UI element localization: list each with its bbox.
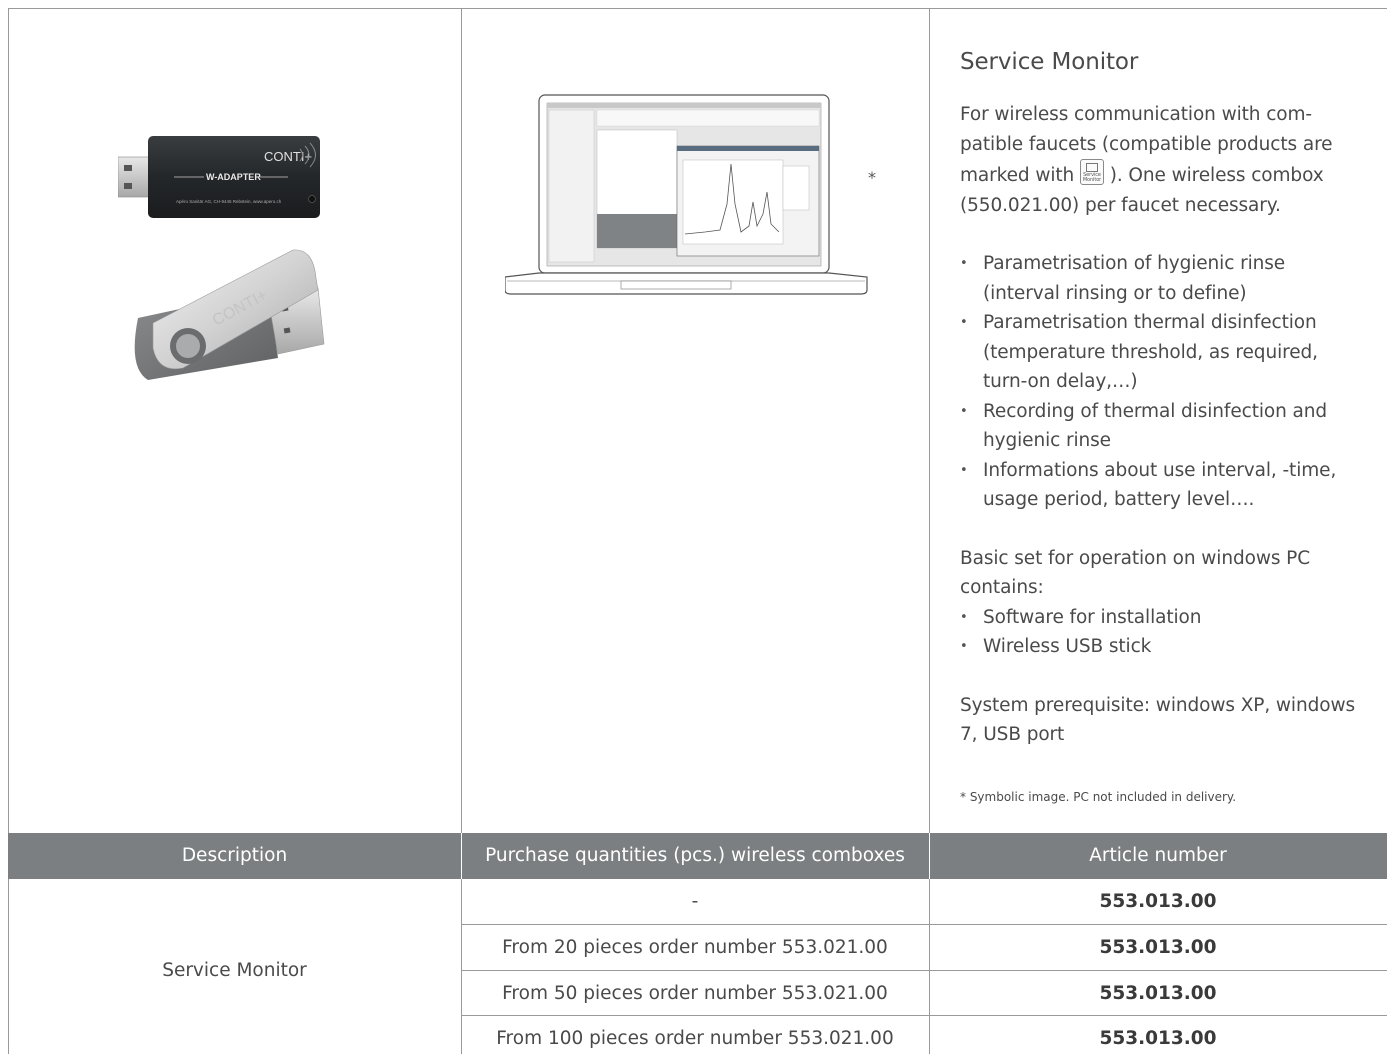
basic-set-intro: Basic set for operation on windows PC co… [960, 547, 1311, 599]
article-number-cell: 553.013.00 [1099, 983, 1217, 1004]
quantity-cell: - [691, 891, 699, 912]
feature-item: Parametrisation thermal disinfection (te… [960, 308, 1360, 397]
article-number-cell: 553.013.00 [1099, 937, 1217, 958]
article-number-cell: 553.013.00 [1099, 891, 1217, 912]
table-row: From 50 pieces order number 553.021.00 5… [461, 971, 1387, 1016]
quantity-cell: From 20 pieces order number 553.021.00 [502, 937, 888, 958]
table-header: Description Purchase quantities (pcs.) w… [8, 833, 1387, 879]
header-description: Description [181, 845, 288, 866]
feature-list: Parametrisation of hygienic rinse (inter… [960, 249, 1360, 515]
service-monitor-icon-text: Service Monitor [1082, 172, 1102, 183]
product-info: Service Monitor For wireless communicati… [960, 44, 1360, 750]
basic-set-item: Software for installation [960, 603, 1360, 633]
quantity-cell: From 50 pieces order number 553.021.00 [502, 983, 888, 1004]
feature-item: Recording of thermal disinfection and hy… [960, 397, 1360, 456]
header-quantities: Purchase quantities (pcs.) wireless comb… [485, 845, 905, 866]
symbolic-image-asterisk: * [868, 168, 876, 187]
description-cell: Service Monitor [162, 960, 307, 981]
laptop-image [505, 94, 868, 295]
footnote: * Symbolic image. PC not included in del… [960, 790, 1237, 804]
product-title: Service Monitor [960, 49, 1139, 75]
basic-set-list: Software for installation Wireless USB s… [960, 603, 1360, 662]
adapter-brand-label: CONTI+ [264, 149, 312, 164]
w-adapter-image: CONTI+ W-ADAPTER Apéro Sanitär AG, CH-94… [118, 136, 320, 218]
product-intro: For wireless communication with com-pati… [960, 100, 1360, 220]
header-article-number: Article number [1089, 845, 1227, 866]
usb-stick-image: CONTI+ [134, 249, 325, 380]
system-prerequisite: System prerequisite: windows XP, windows… [960, 694, 1356, 746]
service-monitor-icon: Service Monitor [1079, 159, 1104, 185]
adapter-model-label: W-ADAPTER [206, 172, 261, 182]
column-divider-right [929, 8, 930, 833]
quantity-cell: From 100 pieces order number 553.021.00 [496, 1028, 894, 1049]
feature-item: Informations about use interval, -time, … [960, 456, 1360, 515]
table-row: From 100 pieces order number 553.021.00 … [461, 1016, 1387, 1054]
table-row: From 20 pieces order number 553.021.00 5… [461, 925, 1387, 970]
basic-set-item: Wireless USB stick [960, 632, 1360, 662]
feature-item: Parametrisation of hygienic rinse (inter… [960, 249, 1360, 308]
article-number-cell: 553.013.00 [1099, 1028, 1217, 1049]
adapter-small-text: Apéro Sanitär AG, CH-9445 Rebstein, www.… [176, 199, 282, 204]
table-row: - 553.013.00 [461, 879, 1387, 924]
